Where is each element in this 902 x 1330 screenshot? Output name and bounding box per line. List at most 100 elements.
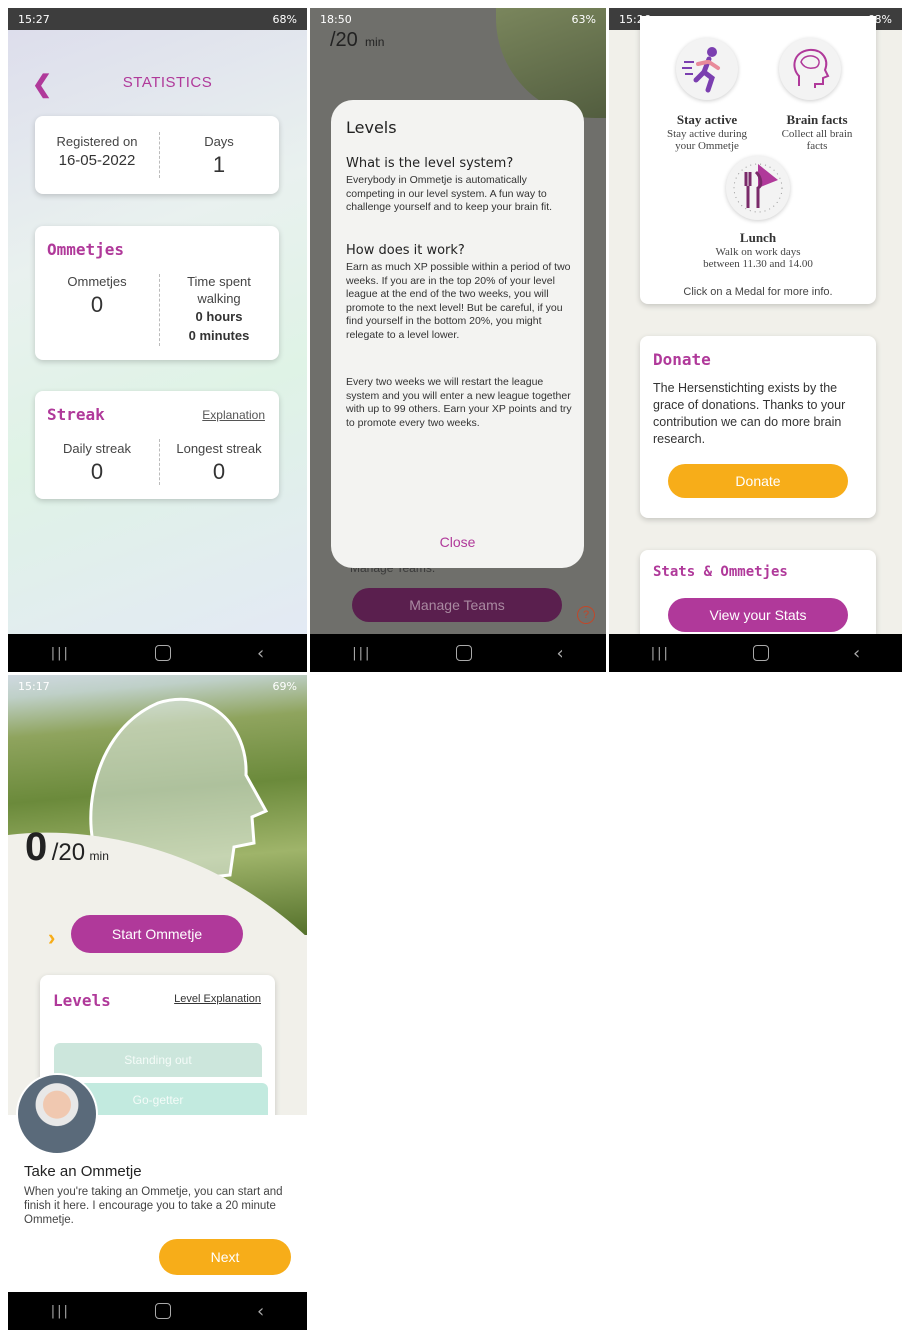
status-bar: 15:17 69% [8,675,307,697]
modal-title: Levels [346,118,397,137]
streak-title: Streak [47,405,105,424]
streak-card: Streak Explanation Daily streak 0 Longes… [35,391,279,499]
brain-facts-desc-2: facts [806,140,828,152]
recents-icon[interactable]: ||| [651,646,670,661]
screen-levels-modal: /20 min Manage Teams. Manage Teams ? Lev… [310,8,606,672]
levels-modal: Levels What is the level system? Everybo… [331,100,584,568]
answer-how-it-works: Earn as much XP possible within a period… [346,261,571,341]
donate-card: Donate The Hersenstichting exists by the… [640,336,876,518]
stay-active-medal[interactable] [676,38,738,100]
hours-value: 0 hours [195,309,243,324]
time-label-2: walking [197,291,241,306]
status-battery: 69% [272,679,297,693]
runner-icon [682,47,720,93]
question-how-it-works: How does it work? [346,243,465,258]
android-nav-bar: ||| ‹ [8,1292,307,1330]
time-label-1: Time spent [187,274,251,289]
ommetjes-value: 0 [90,292,104,317]
question-level-system: What is the level system? [346,156,514,171]
screen-home-tutorial: 15:17 69% 0 /20 min › Start Ommetje Leve… [8,675,307,1330]
status-battery: 68% [272,12,297,26]
help-icon[interactable]: ? [577,606,595,624]
status-bar: 15:27 68% [8,8,307,30]
level-explanation-link[interactable]: Level Explanation [174,993,261,1005]
registered-label: Registered on [56,134,138,149]
stats-title: Stats & Ommetjes [653,564,788,580]
status-bar: 18:50 63% [310,8,606,30]
brain-head-icon [793,48,830,88]
level-standing-out: Standing out [54,1043,262,1077]
next-button[interactable]: Next [159,1239,291,1275]
view-stats-button[interactable]: View your Stats [668,598,848,632]
android-nav-bar: ||| ‹ [310,634,606,672]
medal-hint: Click on a Medal for more info. [683,286,833,298]
tip-text: When you're taking an Ommetje, you can s… [24,1186,283,1226]
registered-value: 16-05-2022 [58,152,136,169]
minutes-counter: 0 /20 min [25,825,109,870]
status-time: 18:50 [320,12,352,26]
counter-total: /20 [51,839,86,866]
home-icon[interactable] [455,645,472,661]
recents-icon[interactable]: ||| [51,646,70,661]
daily-streak-value: 0 [90,459,104,484]
screen-medals-donate: 15:26 68% Stay active Stay active during… [609,8,902,672]
back-nav-icon[interactable]: ‹ [257,643,264,664]
ommetjes-label: Ommetjes [67,274,127,289]
status-battery: 63% [571,12,596,26]
home-icon[interactable] [155,1303,172,1319]
days-value: 1 [212,152,226,177]
avatar [16,1073,98,1155]
lunch-medal[interactable] [726,156,790,220]
status-time: 15:27 [18,12,50,26]
donate-text: The Hersenstichting exists by the grace … [653,381,846,446]
manage-teams-button[interactable]: Manage Teams [352,588,562,622]
stay-active-title: Stay active [676,112,738,127]
counter-total: /20 [330,29,358,51]
cutlery-clock-icon [733,163,783,213]
days-label: Days [204,134,234,149]
stay-active-desc-2: your Ommetje [675,140,739,152]
donate-title: Donate [653,350,711,369]
home-icon[interactable] [155,645,172,661]
brain-facts-desc-1: Collect all brain [781,128,853,140]
back-nav-icon[interactable]: ‹ [557,643,564,664]
recents-icon[interactable]: ||| [352,646,371,661]
registration-card: Registered on 16-05-2022 Days 1 [35,116,279,194]
counter-value: 0 [25,825,48,869]
android-nav-bar: ||| ‹ [8,634,307,672]
answer-restart: Every two weeks we will restart the leag… [346,376,572,429]
levels-title: Levels [53,991,111,1010]
screen-statistics: 15:27 68% ❮ STATISTICS Registered on 16-… [8,8,307,672]
close-button[interactable]: Close [331,534,584,550]
page-title: STATISTICS [122,74,213,91]
back-nav-icon[interactable]: ‹ [853,643,860,664]
lunch-desc-2: between 11.30 and 14.00 [703,258,813,270]
brain-facts-title: Brain facts [786,112,848,127]
minutes-value: 0 minutes [188,328,250,343]
explanation-link[interactable]: Explanation [202,408,265,422]
start-ommetje-button[interactable]: Start Ommetje [71,915,243,953]
counter-unit: min [365,35,385,49]
longest-streak-label: Longest streak [176,441,262,456]
tutorial-sheet: Take an Ommetje When you're taking an Om… [8,1073,307,1292]
android-nav-bar: ||| ‹ [609,634,902,672]
status-time: 15:17 [18,679,50,693]
back-nav-icon[interactable]: ‹ [257,1301,264,1322]
medals-card: Stay active Stay active during your Omme… [640,16,876,304]
lunch-title: Lunch [739,230,777,245]
donate-button[interactable]: Donate [668,464,848,498]
recents-icon[interactable]: ||| [51,1304,70,1319]
counter-unit: min [89,849,109,863]
back-icon[interactable]: ❮ [32,70,52,99]
brain-facts-medal[interactable] [779,38,841,100]
tip-title: Take an Ommetje [24,1163,142,1180]
daily-streak-label: Daily streak [63,441,131,456]
home-icon[interactable] [753,645,770,661]
answer-level-system: Everybody in Ommetje is automatically co… [346,174,553,213]
lunch-desc-1: Walk on work days [715,246,801,258]
ommetjes-title: Ommetjes [47,240,125,259]
chevron-right-icon[interactable]: › [48,925,55,951]
stay-active-desc-1: Stay active during [666,128,748,140]
longest-streak-value: 0 [212,459,226,484]
ommetjes-card: Ommetjes Ommetjes 0 Time spent walking 0… [35,226,279,360]
